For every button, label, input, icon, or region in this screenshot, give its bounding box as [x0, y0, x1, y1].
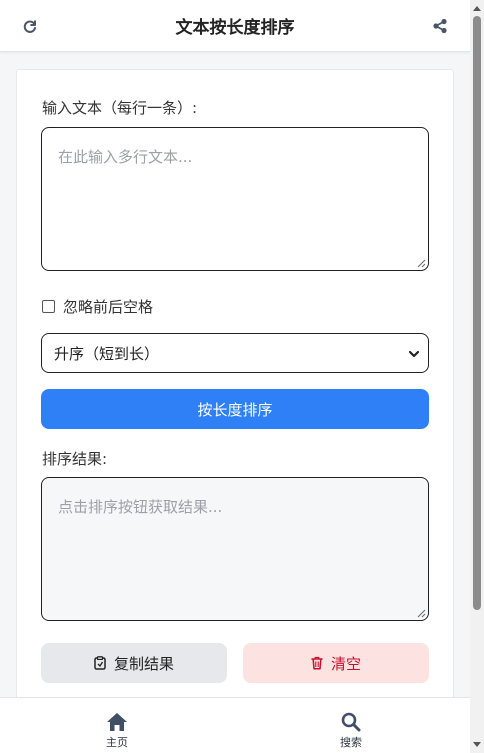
- action-buttons: 复制结果 清空: [41, 643, 429, 683]
- input-placeholder: 在此输入多行文本...: [58, 148, 193, 166]
- nav-label-search: 搜索: [340, 736, 362, 749]
- share-button[interactable]: [426, 12, 454, 40]
- ignore-whitespace-label: 忽略前后空格: [63, 298, 154, 316]
- nav-item-search[interactable]: 搜索: [301, 698, 401, 753]
- resize-grip-icon[interactable]: [417, 609, 426, 618]
- refresh-icon: [23, 20, 36, 33]
- page-title: 文本按长度排序: [175, 18, 295, 38]
- home-icon: [107, 713, 127, 731]
- sort-form-card: 输入文本（每行一条）: 在此输入多行文本... 忽略前后空格 升序（短到长） 按…: [16, 69, 454, 709]
- resize-grip-icon[interactable]: [417, 259, 426, 268]
- scroll-down-arrow-icon[interactable]: [472, 741, 482, 749]
- chevron-down-icon: [408, 350, 420, 358]
- clear-label: 清空: [330, 654, 361, 673]
- scrollbar-thumb[interactable]: [473, 16, 481, 610]
- result-label: 排序结果:: [42, 450, 108, 468]
- ignore-whitespace-row[interactable]: 忽略前后空格: [42, 296, 153, 317]
- result-placeholder: 点击排序按钮获取结果...: [58, 498, 223, 516]
- search-icon: [341, 712, 361, 732]
- input-textarea[interactable]: 在此输入多行文本...: [41, 127, 429, 271]
- share-icon: [433, 18, 447, 34]
- bottom-nav: 主页 搜索: [0, 697, 470, 753]
- app-root: 文本按长度排序 输入文本（每行一条）: 在此输入多行文本... 忽略前后空格 升…: [0, 0, 484, 753]
- sort-button[interactable]: 按长度排序: [41, 389, 429, 429]
- refresh-button[interactable]: [16, 12, 44, 40]
- sort-order-value: 升序（短到长）: [54, 344, 160, 363]
- copy-result-label: 复制结果: [113, 654, 174, 673]
- sort-order-select[interactable]: 升序（短到长）: [41, 333, 429, 373]
- clear-button[interactable]: 清空: [243, 643, 429, 683]
- clipboard-icon: [94, 656, 106, 670]
- ignore-whitespace-checkbox[interactable]: [42, 300, 55, 313]
- result-textarea[interactable]: 点击排序按钮获取结果...: [41, 477, 429, 621]
- copy-result-button[interactable]: 复制结果: [41, 643, 227, 683]
- nav-label-home: 主页: [106, 736, 128, 749]
- nav-item-home[interactable]: 主页: [67, 698, 167, 753]
- input-label: 输入文本（每行一条）:: [42, 99, 198, 117]
- scroll-up-arrow-icon[interactable]: [472, 4, 482, 12]
- trash-icon: [311, 656, 323, 670]
- app-header: 文本按长度排序: [0, 0, 470, 52]
